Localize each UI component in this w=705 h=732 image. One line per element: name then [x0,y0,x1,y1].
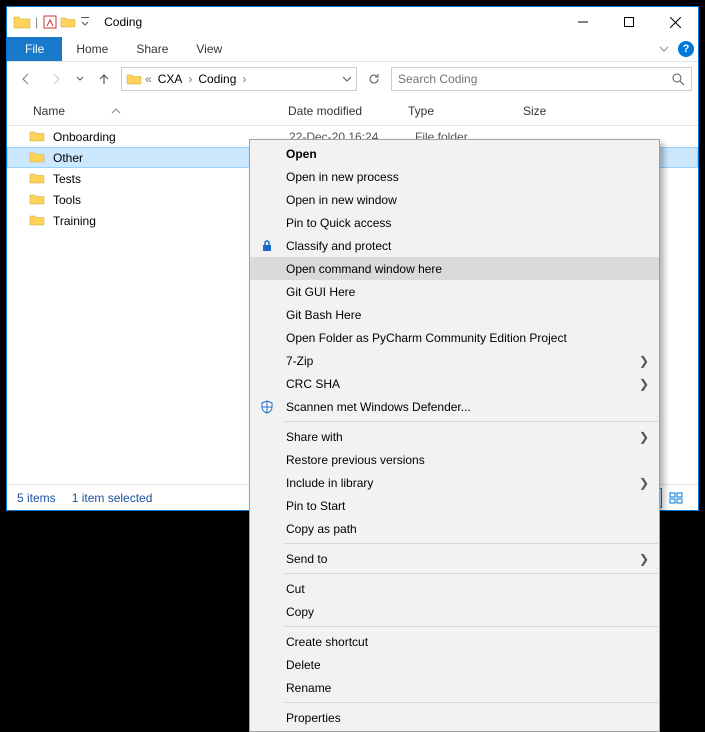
ctx-open-command-window[interactable]: Open command window here [250,257,659,280]
ctx-share-with[interactable]: Share with❯ [250,425,659,448]
shield-icon [258,398,276,416]
ctx-classify-protect[interactable]: Classify and protect [250,234,659,257]
minimize-button[interactable] [560,7,606,37]
folder-icon [29,128,47,146]
ctx-copy[interactable]: Copy [250,600,659,623]
ctx-defender-scan[interactable]: Scannen met Windows Defender... [250,395,659,418]
ctx-open-pycharm[interactable]: Open Folder as PyCharm Community Edition… [250,326,659,349]
ctx-delete[interactable]: Delete [250,653,659,676]
sort-indicator-icon [105,108,121,114]
ribbon-expand-icon[interactable] [654,37,674,61]
ctx-restore-previous[interactable]: Restore previous versions [250,448,659,471]
ctx-copy-path[interactable]: Copy as path [250,517,659,540]
help-button[interactable]: ? [674,37,698,61]
close-button[interactable] [652,7,698,37]
ctx-cut[interactable]: Cut [250,577,659,600]
lock-icon [258,237,276,255]
tab-view[interactable]: View [182,37,236,61]
help-icon: ? [678,41,694,57]
context-menu: Open Open in new process Open in new win… [249,139,660,732]
ribbon-tabs: File Home Share View ? [7,37,698,62]
ctx-create-shortcut[interactable]: Create shortcut [250,630,659,653]
breadcrumb-seg-1[interactable]: CXA [155,72,186,86]
ctx-rename[interactable]: Rename [250,676,659,699]
status-item-count: 5 items [17,491,56,505]
ctx-separator [284,421,658,422]
maximize-button[interactable] [606,7,652,37]
ctx-separator [284,573,658,574]
folder-icon [29,170,47,188]
window-controls [560,7,698,37]
ctx-crc-sha[interactable]: CRC SHA❯ [250,372,659,395]
column-size[interactable]: Size [517,104,597,118]
search-input[interactable] [398,72,685,86]
breadcrumb-seg-2[interactable]: Coding [195,72,239,86]
ctx-separator [284,543,658,544]
tab-file[interactable]: File [7,37,62,61]
ctx-properties[interactable]: Properties [250,706,659,729]
column-date[interactable]: Date modified [282,104,402,118]
ctx-7zip[interactable]: 7-Zip❯ [250,349,659,372]
breadcrumb-folder-icon [126,71,142,87]
ctx-open-new-process[interactable]: Open in new process [250,165,659,188]
folder-icon [29,212,47,230]
tab-share[interactable]: Share [122,37,182,61]
navigation-bar: « CXA › Coding › [7,62,698,96]
ctx-open-new-window[interactable]: Open in new window [250,188,659,211]
qat-folder-icon[interactable] [60,14,76,30]
ctx-include-library[interactable]: Include in library❯ [250,471,659,494]
quick-access-toolbar: | [7,13,98,31]
ctx-separator [284,626,658,627]
ctx-pin-start[interactable]: Pin to Start [250,494,659,517]
ctx-send-to[interactable]: Send to❯ [250,547,659,570]
view-icons-button[interactable] [664,488,688,508]
window-title: Coding [98,15,560,29]
up-button[interactable] [91,66,117,92]
ctx-git-gui[interactable]: Git GUI Here [250,280,659,303]
back-button[interactable] [13,66,39,92]
chevron-right-icon: ❯ [639,552,649,566]
chevron-right-icon: ❯ [639,430,649,444]
column-headers: Name Date modified Type Size [7,96,698,126]
address-bar[interactable]: « CXA › Coding › [121,67,357,91]
chevron-right-icon: ❯ [639,476,649,490]
ctx-pin-quick-access[interactable]: Pin to Quick access [250,211,659,234]
folder-icon [29,191,47,209]
recent-dropdown-icon[interactable] [73,66,87,92]
chevron-right-icon: › [187,72,193,86]
address-dropdown-icon[interactable] [342,74,352,84]
chevron-right-icon: ❯ [639,377,649,391]
qat-separator-icon: | [33,15,40,29]
folder-icon [29,149,47,167]
forward-button[interactable] [43,66,69,92]
column-type[interactable]: Type [402,104,517,118]
breadcrumb-sep-icon: « [144,72,153,86]
column-name-label: Name [33,104,65,118]
search-box[interactable] [391,67,692,91]
qat-dropdown-icon[interactable] [78,15,92,29]
ctx-separator [284,702,658,703]
column-name[interactable]: Name [27,104,282,118]
chevron-right-icon: ❯ [639,354,649,368]
status-selected-count: 1 item selected [72,491,153,505]
tab-home[interactable]: Home [62,37,122,61]
titlebar: | Coding [7,7,698,37]
qat-properties-icon[interactable] [42,14,58,30]
ctx-open[interactable]: Open [250,142,659,165]
ctx-git-bash[interactable]: Git Bash Here [250,303,659,326]
app-folder-icon [13,13,31,31]
refresh-button[interactable] [361,67,387,91]
search-icon[interactable] [671,72,685,86]
chevron-right-icon: › [241,72,247,86]
